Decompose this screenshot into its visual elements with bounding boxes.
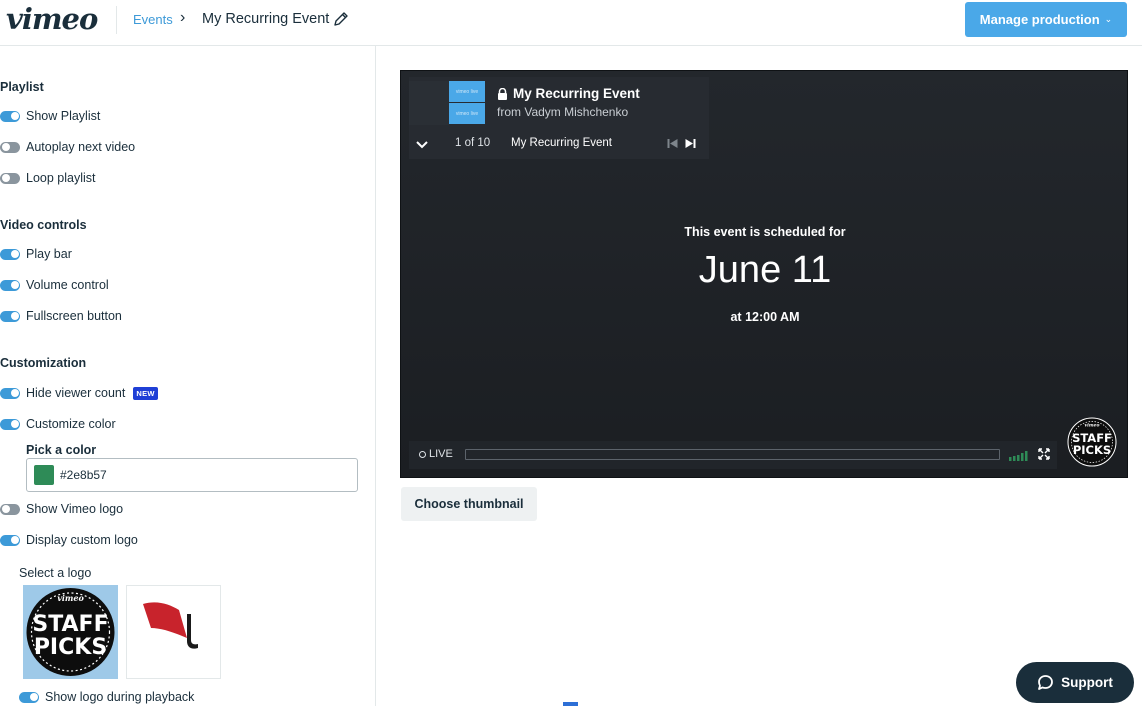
logo-text-picks: PICKS <box>34 635 107 660</box>
option-autoplay-next[interactable]: Autoplay next video <box>0 139 135 155</box>
support-label: Support <box>1061 675 1113 690</box>
pick-color-label: Pick a color <box>26 443 97 457</box>
live-label: LIVE <box>429 448 453 460</box>
option-hide-viewer-count[interactable]: Hide viewer count NEW <box>0 385 158 401</box>
logo-text-vimeo: vimeo <box>57 593 84 603</box>
breadcrumb-separator: › <box>180 9 186 26</box>
chat-bubble-icon <box>1038 675 1054 690</box>
playlist-header[interactable]: vimeo live vimeo live My Recurring Event… <box>409 77 709 129</box>
toggle-hide-viewer-count[interactable] <box>0 387 20 399</box>
section-title-customization: Customization <box>0 356 87 370</box>
playlist-thumbnail[interactable]: vimeo live <box>449 81 485 102</box>
option-show-vimeo-logo[interactable]: Show Vimeo logo <box>0 501 123 517</box>
skip-previous-icon[interactable] <box>667 138 678 149</box>
header-divider <box>116 6 117 34</box>
toggle-play-bar[interactable] <box>0 248 20 260</box>
pencil-icon[interactable] <box>332 10 350 28</box>
option-volume-control[interactable]: Volume control <box>0 277 109 293</box>
option-label: Show Vimeo logo <box>26 502 124 516</box>
playlist-position: 1 of 10 <box>455 137 491 149</box>
playlist-current-item: My Recurring Event <box>511 137 612 149</box>
new-badge: NEW <box>133 386 158 400</box>
support-button[interactable]: Support <box>1016 662 1134 703</box>
schedule-heading: This event is scheduled for <box>684 225 846 239</box>
event-title: My Recurring Event <box>202 11 330 27</box>
schedule-date: June 11 <box>698 249 832 291</box>
lock-icon <box>498 87 507 100</box>
skip-next-icon[interactable] <box>685 138 696 149</box>
badge-text-picks: PICKS <box>1073 443 1111 457</box>
playlist-owner[interactable]: from Vadym Mishchenko <box>497 105 628 119</box>
toggle-loop-playlist[interactable] <box>0 172 20 184</box>
toggle-show-logo-playback[interactable] <box>19 691 39 703</box>
option-label: Autoplay next video <box>26 140 136 154</box>
settings-sidebar: Playlist Show Playlist Autoplay next vid… <box>0 46 376 706</box>
top-header: vimeo Events › My Recurring Event Manage… <box>0 0 1142 46</box>
red-brand-logo <box>143 602 198 649</box>
playlist-thumbnail-stack <box>409 81 449 125</box>
chevron-down-icon[interactable] <box>415 137 429 151</box>
option-label: Show Playlist <box>26 109 101 123</box>
playlist-thumbnail[interactable]: vimeo live <box>449 103 485 124</box>
chevron-down-icon: ⌄ <box>1104 14 1113 24</box>
manage-production-button[interactable]: Manage production ⌄ <box>965 2 1127 37</box>
option-fullscreen-button[interactable]: Fullscreen button <box>0 308 122 324</box>
logo-text-staff: STAFF <box>32 612 108 637</box>
volume-icon[interactable] <box>1009 449 1031 461</box>
playlist-title[interactable]: My Recurring Event <box>513 86 640 101</box>
video-player-preview[interactable]: vimeo live vimeo live My Recurring Event… <box>400 70 1128 478</box>
option-label: Show logo during playback <box>45 690 195 704</box>
color-input[interactable]: #2e8b57 <box>26 458 358 492</box>
manage-production-label: Manage production <box>979 12 1100 27</box>
option-show-logo-playback[interactable]: Show logo during playback <box>19 689 194 705</box>
fullscreen-icon[interactable] <box>1038 448 1050 460</box>
option-label: Hide viewer count <box>26 386 126 400</box>
toggle-display-custom-logo[interactable] <box>0 534 20 546</box>
color-swatch[interactable] <box>34 465 54 485</box>
option-display-custom-logo[interactable]: Display custom logo <box>0 532 138 548</box>
select-logo-label: Select a logo <box>19 566 92 580</box>
option-label: Loop playlist <box>26 171 96 185</box>
scroll-position-indicator <box>563 702 578 706</box>
option-label: Volume control <box>26 278 109 292</box>
section-title-video-controls: Video controls <box>0 218 87 232</box>
staff-picks-logo: vimeo STAFF PICKS <box>26 588 115 676</box>
toggle-volume-control[interactable] <box>0 279 20 291</box>
option-label: Customize color <box>26 417 116 431</box>
play-progress-bar[interactable] <box>465 449 1000 460</box>
staff-picks-badge: vimeo STAFF PICKS <box>1067 417 1117 467</box>
playlist-title-row: My Recurring Event <box>497 86 640 101</box>
option-customize-color[interactable]: Customize color <box>0 416 116 432</box>
section-title-playlist: Playlist <box>0 80 44 94</box>
toggle-fullscreen-button[interactable] <box>0 310 20 322</box>
breadcrumb-events-link[interactable]: Events <box>133 12 173 27</box>
player-control-bar: LIVE <box>409 441 1057 469</box>
option-label: Fullscreen button <box>26 309 122 323</box>
option-label: Play bar <box>26 247 72 261</box>
badge-text-vimeo: vimeo <box>1085 423 1100 429</box>
option-play-bar[interactable]: Play bar <box>0 246 72 262</box>
schedule-time: at 12:00 AM <box>730 310 800 324</box>
choose-thumbnail-button[interactable]: Choose thumbnail <box>401 487 537 521</box>
color-value: #2e8b57 <box>60 468 107 482</box>
logo-option-staff-picks[interactable]: vimeo STAFF PICKS <box>23 585 118 679</box>
toggle-show-playlist[interactable] <box>0 110 20 122</box>
toggle-customize-color[interactable] <box>0 418 20 430</box>
option-show-playlist[interactable]: Show Playlist <box>0 108 100 124</box>
toggle-show-vimeo-logo[interactable] <box>0 503 20 515</box>
vimeo-logo[interactable]: vimeo <box>6 2 98 36</box>
playlist-nav-bar: 1 of 10 My Recurring Event <box>409 129 709 159</box>
toggle-autoplay-next[interactable] <box>0 141 20 153</box>
option-loop-playlist[interactable]: Loop playlist <box>0 170 96 186</box>
logo-option-custom[interactable] <box>126 585 221 679</box>
live-indicator-icon <box>419 451 426 458</box>
option-label: Display custom logo <box>26 533 138 547</box>
